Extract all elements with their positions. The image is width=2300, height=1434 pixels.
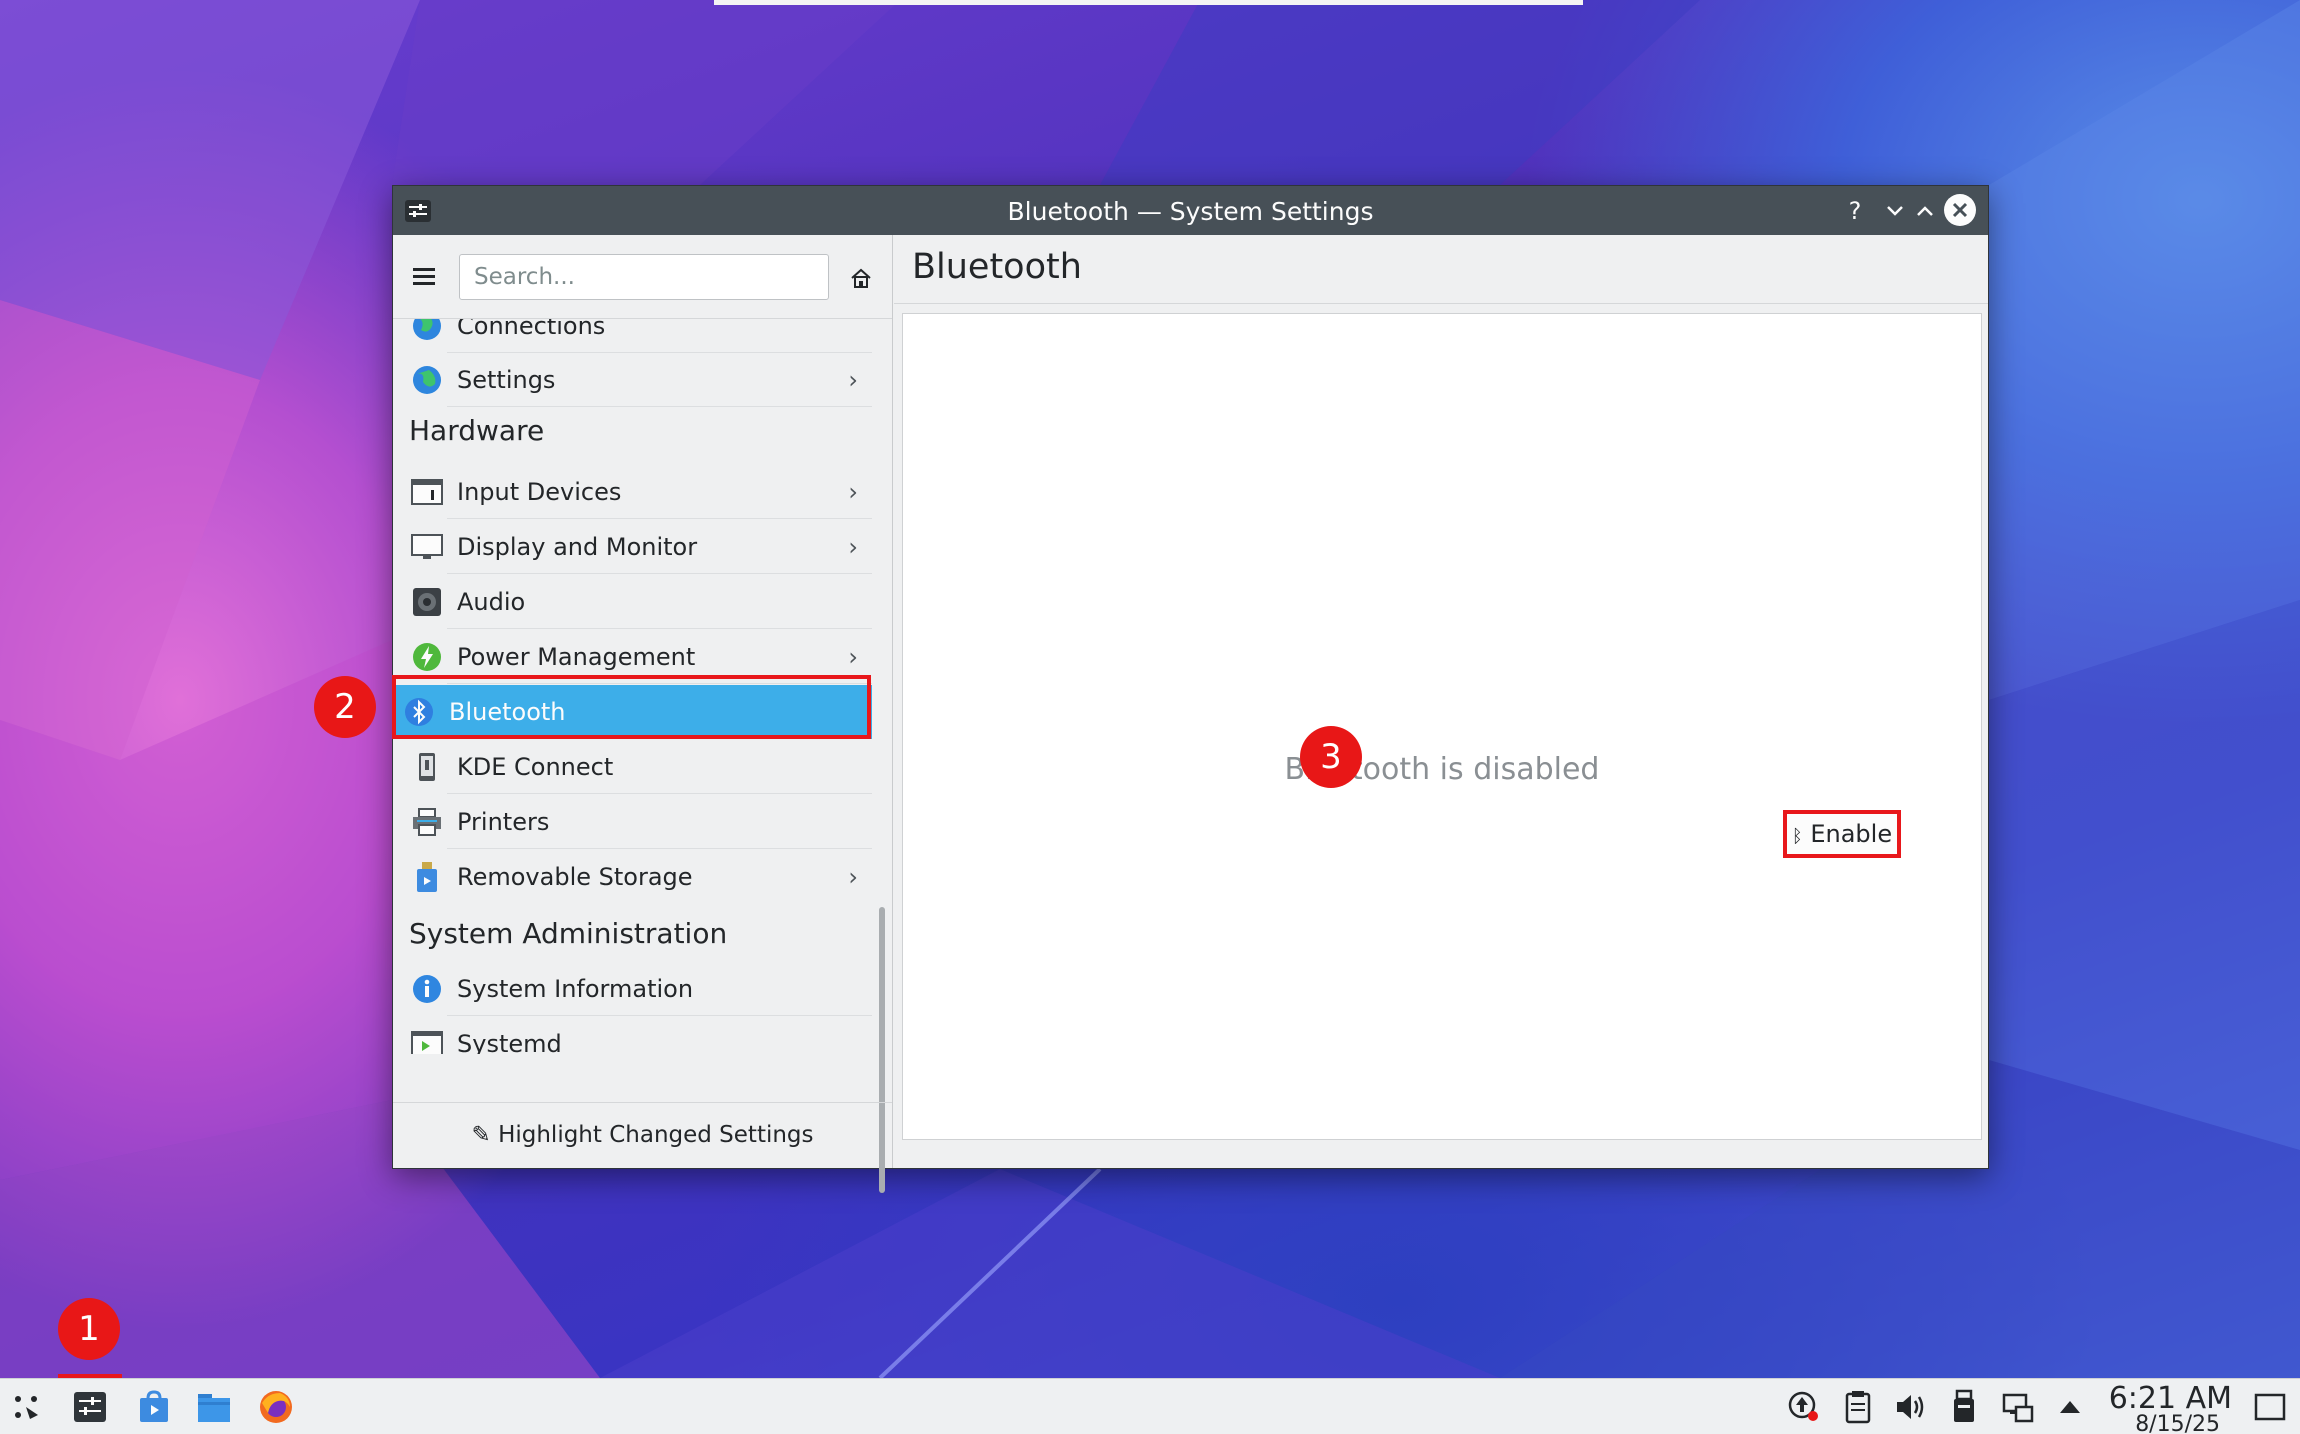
maximize-button[interactable] — [1910, 196, 1940, 226]
globe-icon — [413, 366, 441, 394]
sidebar-item-label: System Information — [457, 975, 694, 1003]
sidebar-item-label: Connections — [457, 319, 606, 340]
sidebar-item-audio[interactable]: Audio — [403, 575, 872, 629]
clock-date[interactable]: 8/15/25 — [2135, 1412, 2220, 1434]
annotation-badge-2: 2 — [314, 676, 376, 738]
divider — [447, 793, 872, 794]
sidebar-item-systemd[interactable]: Systemd — [403, 1017, 872, 1054]
annotation-box-bluetooth — [392, 675, 871, 739]
chevron-right-icon: › — [848, 478, 858, 506]
hamburger-menu-icon[interactable] — [413, 268, 435, 286]
chevron-right-icon: › — [848, 863, 858, 891]
sidebar-item-kde-connect[interactable]: KDE Connect — [403, 740, 872, 794]
annotation-badge-1: 1 — [58, 1298, 120, 1360]
pencil-icon: ✎ — [471, 1122, 491, 1148]
help-button[interactable]: ? — [1840, 196, 1870, 226]
divider — [447, 518, 872, 519]
sidebar-item-label: Audio — [457, 588, 526, 616]
home-icon[interactable] — [849, 266, 873, 290]
keyboard-icon — [411, 479, 443, 505]
clipboard-icon[interactable] — [1840, 1389, 1876, 1425]
chevron-right-icon: › — [848, 366, 858, 394]
enable-label: Enable — [1810, 820, 1893, 848]
printer-icon — [413, 808, 441, 836]
info-icon — [413, 975, 441, 1003]
sidebar-item-input-devices[interactable]: Input Devices › — [403, 465, 872, 519]
enable-bluetooth-button[interactable]: ᛒ Enable — [1783, 810, 1901, 858]
speaker-icon — [413, 588, 441, 616]
sidebar-footer: ✎ Highlight Changed Settings — [393, 1102, 892, 1168]
sidebar-toolbar — [393, 235, 892, 319]
divider — [447, 573, 872, 574]
divider — [894, 303, 1988, 304]
minimize-button[interactable] — [1880, 196, 1910, 226]
chevron-right-icon: › — [848, 533, 858, 561]
highlight-changed-settings-label: Highlight Changed Settings — [498, 1122, 814, 1148]
network-icon[interactable] — [2000, 1389, 2036, 1425]
bluetooth-panel: Bluetooth is disabled ᛒ Enable — [902, 313, 1982, 1140]
firefox-icon[interactable] — [258, 1389, 294, 1425]
show-hidden-icons-arrow-icon[interactable] — [2052, 1389, 2088, 1425]
close-icon — [1952, 202, 1968, 218]
sidebar-item-label: KDE Connect — [457, 753, 614, 781]
chevron-right-icon: › — [848, 643, 858, 671]
divider — [447, 1015, 872, 1016]
page-title: Bluetooth — [912, 247, 1082, 287]
bluetooth-disabled-message: Bluetooth is disabled — [1284, 752, 1600, 787]
usb-drive-icon — [417, 862, 437, 892]
show-desktop-icon[interactable] — [2252, 1389, 2288, 1425]
removable-devices-icon[interactable] — [1946, 1389, 1982, 1425]
systemd-icon — [411, 1031, 443, 1054]
top-panel-strip — [714, 0, 1583, 5]
sidebar-item-label: Settings — [457, 366, 556, 394]
main-content: Bluetooth Bluetooth is disabled ᛒ Enable — [894, 235, 1988, 1168]
clock-time[interactable]: 6:21 AM — [2109, 1381, 2232, 1416]
window-titlebar[interactable]: Bluetooth — System Settings ? — [393, 186, 1988, 235]
bluetooth-icon: ᛒ — [1791, 826, 1803, 847]
sidebar-item-settings[interactable]: Settings › — [403, 353, 872, 407]
discover-store-icon[interactable] — [136, 1389, 172, 1425]
globe-icon — [413, 319, 441, 340]
sidebar-item-removable-storage[interactable]: Removable Storage › — [403, 850, 872, 904]
taskbar: 6:21 AM 8/15/25 — [0, 1378, 2300, 1434]
close-button[interactable] — [1944, 194, 1976, 226]
divider — [447, 848, 872, 849]
update-notifier-icon[interactable] — [1786, 1389, 1822, 1425]
divider — [447, 628, 872, 629]
file-manager-icon[interactable] — [196, 1389, 232, 1425]
sidebar-item-connections[interactable]: Connections — [403, 319, 872, 353]
window-title: Bluetooth — System Settings — [1007, 197, 1374, 226]
monitor-icon — [411, 534, 443, 559]
sidebar-item-label: Power Management — [457, 643, 696, 671]
highlight-changed-settings-button[interactable]: ✎ Highlight Changed Settings — [393, 1122, 892, 1148]
sidebar-item-label: Removable Storage — [457, 863, 693, 891]
phone-icon — [419, 753, 435, 781]
sidebar-item-printers[interactable]: Printers — [403, 795, 872, 849]
divider — [447, 406, 872, 407]
annotation-badge-3: 3 — [1300, 726, 1362, 788]
sidebar-item-display-and-monitor[interactable]: Display and Monitor › — [403, 520, 872, 574]
application-launcher-icon[interactable] — [8, 1389, 44, 1425]
power-icon — [413, 643, 441, 671]
sidebar-item-label: Display and Monitor — [457, 533, 698, 561]
system-settings-taskbar-icon[interactable] — [72, 1389, 108, 1425]
sidebar-item-system-information[interactable]: System Information — [403, 962, 872, 1016]
sidebar-item-label: Systemd — [457, 1030, 562, 1054]
category-system-administration: System Administration — [409, 917, 728, 950]
sidebar-item-label: Input Devices — [457, 478, 622, 506]
search-input[interactable] — [459, 254, 829, 300]
category-hardware: Hardware — [409, 414, 545, 447]
sidebar-item-label: Printers — [457, 808, 550, 836]
volume-icon[interactable] — [1892, 1389, 1928, 1425]
